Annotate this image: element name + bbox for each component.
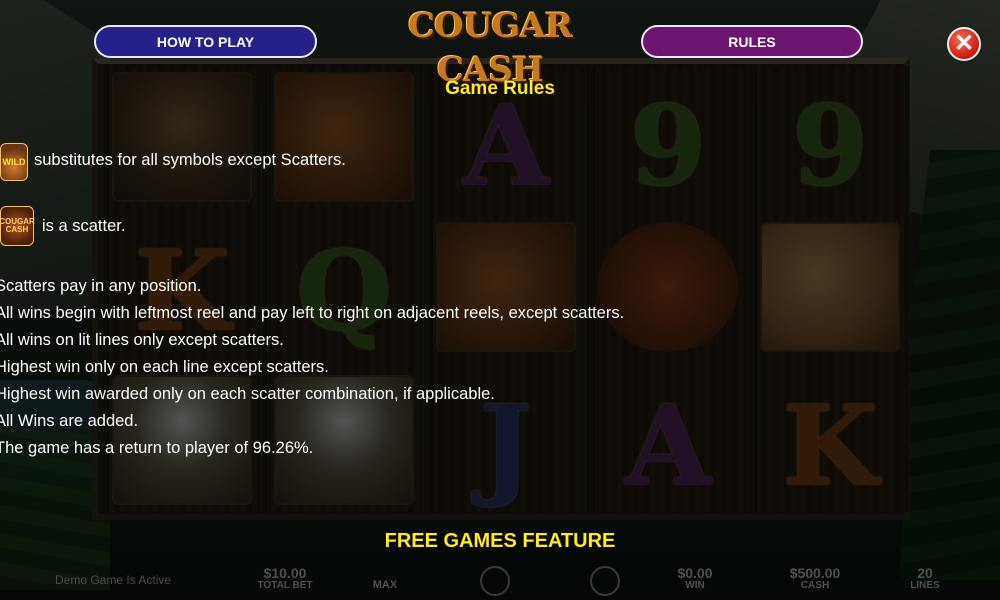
rule-line: Highest win only on each line except sca… [0, 358, 329, 376]
wild-symbol-icon: WILD [0, 143, 28, 181]
total-bet-value: $10.00 [263, 565, 307, 581]
wild-rule-text: substitutes for all symbols except Scatt… [34, 151, 346, 169]
rule-line: Highest win awarded only on each scatter… [0, 385, 495, 403]
win-value: $0.00 [677, 565, 713, 581]
autoplay-icon[interactable] [590, 566, 620, 596]
scatter-rule-text: is a scatter. [42, 217, 126, 235]
win-display: $0.00 WIN [660, 565, 730, 591]
close-icon: ✕ [953, 29, 975, 57]
cash-display: $500.00 CASH [775, 565, 855, 591]
total-bet-label: TOTAL BET [257, 580, 313, 591]
rule-line: All wins begin with leftmost reel and pa… [0, 304, 625, 322]
bottom-bar: Demo Game Is Active $10.00 TOTAL BET MAX… [0, 562, 1000, 600]
max-bet-label: MAX [372, 579, 398, 591]
cash-label: CASH [800, 580, 830, 591]
close-button[interactable]: ✕ [947, 27, 981, 61]
game-logo: COUGAR CASH [408, 6, 573, 90]
lines-label: LINES [910, 580, 940, 591]
tab-rules[interactable]: RULES [641, 25, 863, 58]
tab-how-to-play[interactable]: HOW TO PLAY [94, 25, 317, 58]
scatter-icon-label: COUGAR CASH [0, 217, 35, 234]
rule-line: The game has a return to player of 96.26… [0, 439, 314, 457]
demo-status-text: Demo Game Is Active [55, 573, 172, 587]
lines-value: 20 [917, 565, 933, 581]
rule-line: All wins on lit lines only except scatte… [0, 331, 284, 349]
spin-button-icon[interactable] [480, 566, 510, 596]
rule-line: Scatters pay in any position. [0, 277, 202, 295]
scatter-symbol-icon: COUGAR CASH [0, 206, 35, 246]
total-bet-display[interactable]: $10.00 TOTAL BET [245, 565, 325, 591]
free-games-feature-title: FREE GAMES FEATURE [384, 530, 616, 552]
wild-icon-label: WILD [2, 156, 26, 167]
rule-line: All Wins are added. [0, 412, 139, 430]
max-bet-button[interactable]: MAX [360, 579, 410, 591]
game-rules-title: Game Rules [445, 78, 555, 99]
win-label: WIN [685, 580, 705, 591]
cash-value: $500.00 [789, 565, 841, 581]
lines-display: 20 LINES [900, 565, 950, 591]
